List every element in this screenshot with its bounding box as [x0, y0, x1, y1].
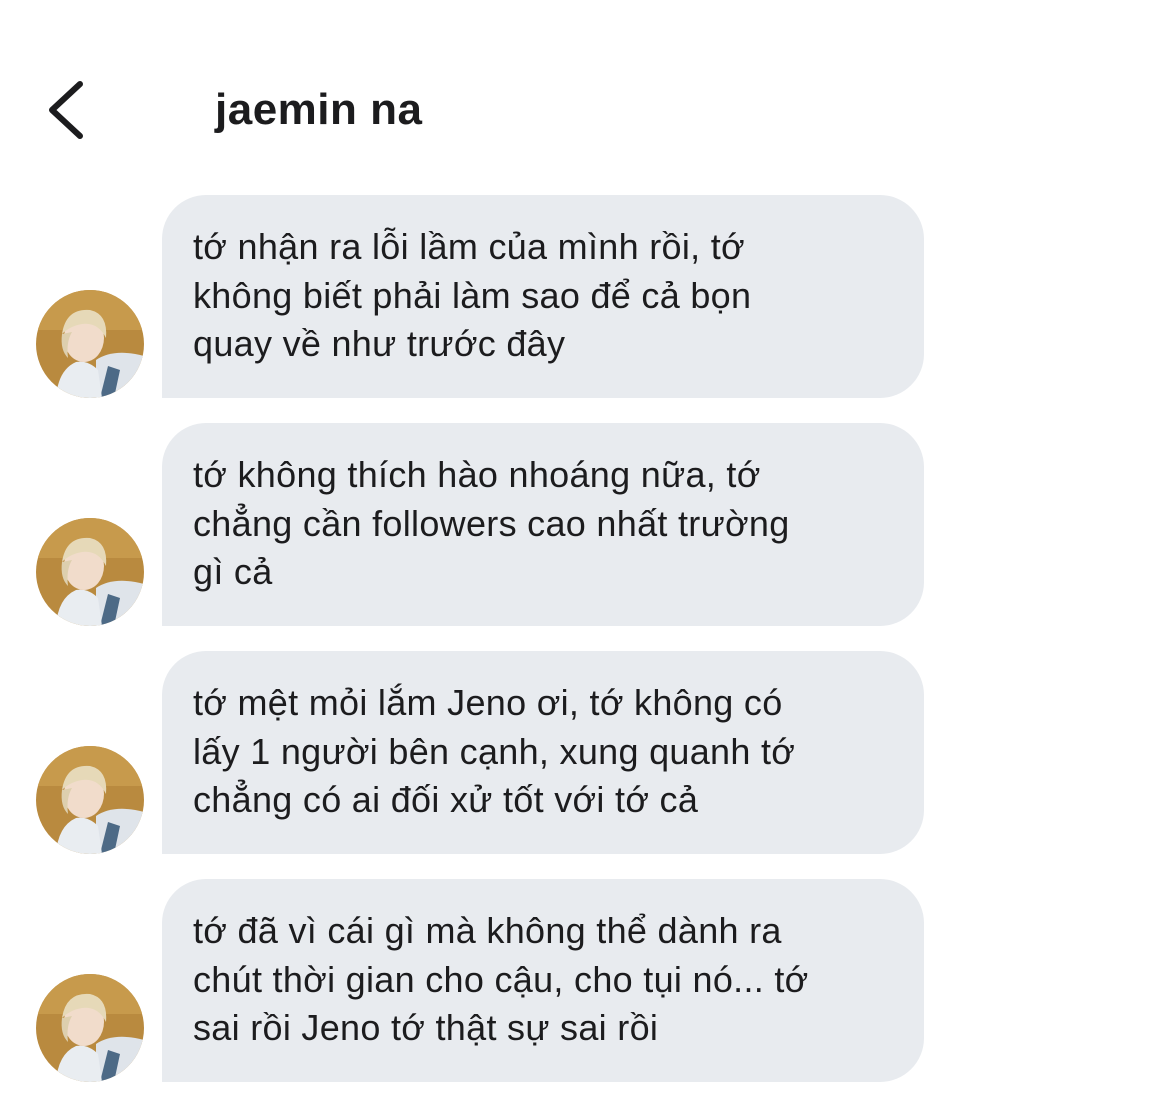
- contact-name[interactable]: jaemin na: [215, 82, 422, 138]
- chat-header: jaemin na: [0, 0, 1169, 180]
- avatar[interactable]: [36, 974, 144, 1082]
- message-bubble[interactable]: tớ nhận ra lỗi lầm của mình rồi, tớ khôn…: [162, 195, 924, 398]
- message-thread: tớ nhận ra lỗi lầm của mình rồi, tớ khôn…: [0, 195, 1169, 1107]
- message-row: tớ nhận ra lỗi lầm của mình rồi, tớ khôn…: [0, 195, 1169, 398]
- avatar[interactable]: [36, 290, 144, 398]
- avatar[interactable]: [36, 518, 144, 626]
- message-row: tớ đã vì cái gì mà không thể dành ra chú…: [0, 879, 1169, 1082]
- message-bubble[interactable]: tớ đã vì cái gì mà không thể dành ra chú…: [162, 879, 924, 1082]
- message-row: tớ mệt mỏi lắm Jeno ơi, tớ không có lấy …: [0, 651, 1169, 854]
- message-bubble[interactable]: tớ mệt mỏi lắm Jeno ơi, tớ không có lấy …: [162, 651, 924, 854]
- back-button[interactable]: [36, 70, 96, 150]
- chevron-left-icon: [49, 81, 83, 139]
- message-bubble[interactable]: tớ không thích hào nhoáng nữa, tớ chẳng …: [162, 423, 924, 626]
- avatar[interactable]: [36, 746, 144, 854]
- message-row: tớ không thích hào nhoáng nữa, tớ chẳng …: [0, 423, 1169, 626]
